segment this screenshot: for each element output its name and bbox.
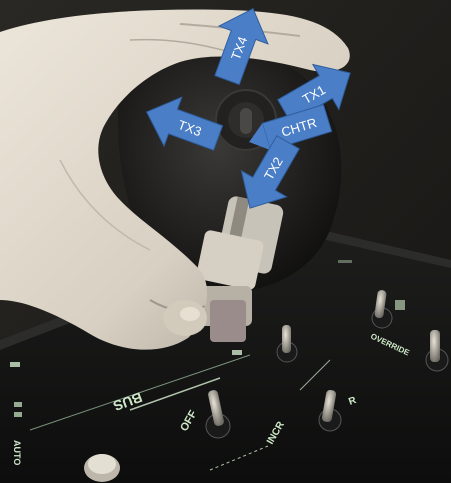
photo-scene: BUS OFF INCR OVERRIDE AUTO R TX4 TX1 TX3…	[0, 0, 451, 483]
rotary-knob	[84, 454, 120, 482]
panel-label-auto: AUTO	[12, 440, 22, 465]
